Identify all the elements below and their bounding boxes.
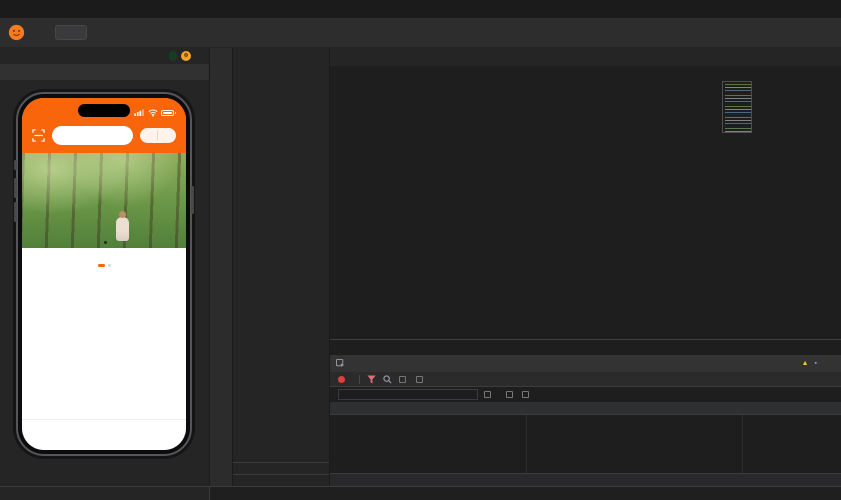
network-table <box>330 402 841 486</box>
banner-dot <box>104 241 107 244</box>
simulator-header: ☻ <box>0 48 209 64</box>
sandbox-badge <box>169 51 177 61</box>
banner-person-figure <box>115 211 129 241</box>
outline-section[interactable] <box>233 462 329 474</box>
simulator-panel: ☻ <box>0 48 210 486</box>
power-button <box>191 186 194 214</box>
compile-mode-select[interactable] <box>55 25 87 40</box>
phone-frame <box>14 92 194 456</box>
editor-column: ▲ ▪ <box>330 48 841 486</box>
debugger-panel: ▲ ▪ <box>330 339 841 486</box>
avatar-face-icon[interactable]: ☻ <box>181 51 191 61</box>
search-input[interactable] <box>52 125 133 145</box>
volume-down-button <box>14 202 17 222</box>
breadcrumb <box>330 66 841 79</box>
hide-data-urls-checkbox[interactable] <box>484 391 494 398</box>
bottom-bar <box>0 486 841 500</box>
file-tree <box>233 63 329 462</box>
blocked-cookies-checkbox[interactable] <box>506 391 516 398</box>
devtools-right-icons: ▲ ▪ <box>802 360 841 367</box>
explorer-header <box>233 48 329 63</box>
inspect-element-icon[interactable] <box>330 359 350 368</box>
timeline-section[interactable] <box>233 474 329 486</box>
filter-icon[interactable] <box>367 374 376 384</box>
ide-window: ☻ ▲ ▪ <box>0 0 841 500</box>
devtools-tabstrip: ▲ ▪ <box>330 355 841 372</box>
carousel-dots <box>22 259 186 269</box>
scan-icon[interactable] <box>32 128 45 142</box>
titlebar <box>0 0 841 18</box>
app-logo-icon <box>8 24 25 41</box>
minimap[interactable] <box>722 81 752 133</box>
page-path-bar <box>0 487 210 500</box>
phone-screen <box>22 98 186 450</box>
lite-mode-notice <box>0 64 209 80</box>
toolbar <box>0 18 841 48</box>
record-button[interactable] <box>338 375 345 383</box>
status-bar <box>210 487 841 500</box>
preserve-log-checkbox[interactable] <box>399 375 409 383</box>
mute-switch <box>14 160 17 170</box>
capsule-menu <box>140 127 176 143</box>
page-body <box>22 269 186 419</box>
disable-cache-checkbox[interactable] <box>416 375 426 383</box>
activity-bar <box>210 48 233 486</box>
status-icons <box>134 109 176 117</box>
banner-carousel[interactable] <box>22 153 186 248</box>
simulator-header-icons: ☻ <box>169 51 203 61</box>
network-table-empty <box>330 415 841 473</box>
category-grid <box>22 248 186 259</box>
signal-icon <box>134 109 144 116</box>
editor-tabstrip <box>330 48 841 66</box>
search-icon[interactable] <box>383 374 392 384</box>
filter-input[interactable] <box>338 389 478 400</box>
phone-zone <box>0 80 209 486</box>
tab-bar <box>22 419 186 450</box>
main-area: ☻ ▲ ▪ <box>0 48 841 486</box>
network-toolbar <box>330 372 841 387</box>
info-badge[interactable]: ▪ <box>815 360 817 367</box>
warning-badge[interactable]: ▲ <box>802 360 809 367</box>
dynamic-island <box>78 104 130 117</box>
network-table-header <box>330 402 841 415</box>
explorer-sidebar <box>233 48 330 486</box>
network-filter-row <box>330 387 841 402</box>
network-summary-bar <box>330 473 841 486</box>
battery-icon <box>161 109 176 116</box>
toolbar-divider <box>359 374 360 384</box>
panel-tabs <box>330 340 841 355</box>
wifi-icon <box>148 109 158 117</box>
capsule-divider <box>157 130 159 140</box>
search-row <box>22 123 186 153</box>
volume-up-button <box>14 178 17 198</box>
blocked-requests-checkbox[interactable] <box>522 391 532 398</box>
code-editor[interactable] <box>330 79 841 339</box>
